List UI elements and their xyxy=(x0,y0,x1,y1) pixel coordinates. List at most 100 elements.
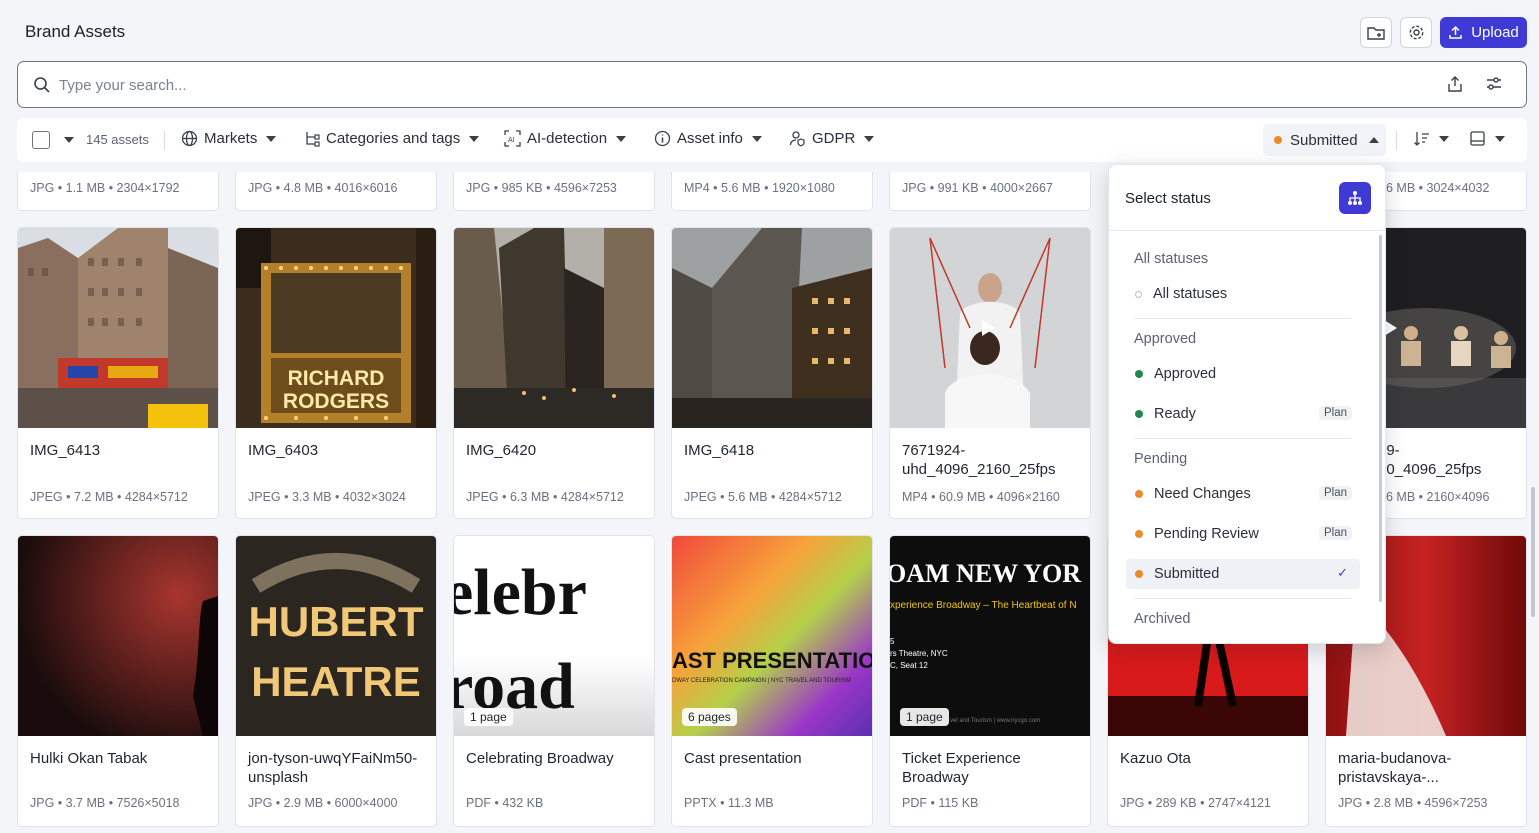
section-archived[interactable]: Archived xyxy=(1134,611,1190,627)
plan-badge: Plan xyxy=(1318,406,1352,420)
status-option-approved[interactable]: Approved xyxy=(1126,359,1360,389)
asset-card[interactable]: OAM NEW YOR xperience Broadway – The Hea… xyxy=(889,535,1091,827)
asset-card[interactable]: Hulki Okan Tabak JPG • 3.7 MB • 7526×501… xyxy=(17,535,219,827)
filter-markets-label: Markets xyxy=(204,130,258,147)
pending-status-dot xyxy=(1135,530,1143,538)
divider xyxy=(1396,131,1397,150)
asset-card[interactable]: AST PRESENTATIO DWAY CELEBRATION CAMPAIG… xyxy=(671,535,873,827)
asset-card[interactable]: elebr road 1 page Celebrating Broadway P… xyxy=(453,535,655,827)
filter-ai-detection[interactable]: AI AI-detection xyxy=(504,130,627,147)
asset-thumbnail: elebr road xyxy=(454,536,654,736)
search-input[interactable]: Type your search... xyxy=(59,77,187,94)
pending-status-dot xyxy=(1135,570,1143,578)
status-filter-button[interactable]: Submitted xyxy=(1263,124,1386,156)
filter-ai-detection-label: AI-detection xyxy=(527,130,608,147)
svg-text:AI: AI xyxy=(508,137,515,144)
gear-icon xyxy=(1409,25,1423,40)
status-option-pending-review[interactable]: Pending Review Plan xyxy=(1126,519,1360,549)
asset-name: Hulki Okan Tabak xyxy=(30,750,148,767)
filter-asset-info[interactable]: Asset info xyxy=(654,130,762,147)
asset-thumbnail: HUBERT HEATRE xyxy=(236,536,436,736)
asset-card[interactable]: JPG • 991 KB • 4000×2667 xyxy=(889,172,1091,211)
sign-text-1: RICHARD xyxy=(288,367,385,390)
page-scrollbar[interactable] xyxy=(1531,487,1535,617)
asset-meta: JPEG • 3.3 MB • 4032×3024 xyxy=(248,490,406,504)
asset-card[interactable]: JPG • 985 KB • 4596×7253 xyxy=(453,172,655,211)
asset-count: 145 assets xyxy=(86,132,149,147)
asset-card[interactable]: IMG_6420 JPEG • 6.3 MB • 4284×5712 xyxy=(453,227,655,519)
asset-card[interactable]: HUBERT HEATRE jon-tyson-uwqYFaiNm50-unsp… xyxy=(235,535,437,827)
select-menu-caret-icon[interactable] xyxy=(64,137,74,143)
asset-card[interactable]: IMG_6413 JPEG • 7.2 MB • 4284×5712 xyxy=(17,227,219,519)
pending-status-dot xyxy=(1274,136,1282,144)
chevron-down-icon xyxy=(1439,135,1449,142)
thumb-line-3: C, Seat 12 xyxy=(890,661,928,670)
asset-card[interactable]: JPG • 1.1 MB • 2304×1792 xyxy=(17,172,219,211)
asset-card[interactable]: JPG • 4.8 MB • 4016×6016 xyxy=(235,172,437,211)
asset-thumbnail: OAM NEW YOR xperience Broadway – The Hea… xyxy=(890,536,1090,736)
asset-name: Ticket Experience Broadway xyxy=(902,750,1021,786)
asset-name: jon-tyson-uwqYFaiNm50-unsplash xyxy=(248,750,418,786)
select-all-checkbox[interactable] xyxy=(32,131,50,149)
settings-button[interactable] xyxy=(1400,17,1432,48)
asset-name: Cast presentation xyxy=(684,750,802,767)
asset-meta: JPG • 1.1 MB • 2304×1792 xyxy=(30,181,180,195)
status-option-submitted[interactable]: Submitted ✓ xyxy=(1126,559,1360,589)
tree-icon xyxy=(306,132,320,147)
view-mode-button[interactable] xyxy=(1469,130,1505,147)
asset-meta: JPG • 289 KB • 2747×4121 xyxy=(1120,796,1271,810)
asset-meta: JPG • 991 KB • 4000×2667 xyxy=(902,181,1053,195)
page-count-badge: 6 pages xyxy=(682,708,737,726)
asset-thumbnail xyxy=(672,228,872,428)
empty-status-dot xyxy=(1135,290,1142,298)
play-icon xyxy=(982,320,995,336)
asset-name: IMG_6413 xyxy=(30,442,101,459)
approved-status-dot xyxy=(1135,370,1143,378)
thumb-line-1: 5 xyxy=(890,637,895,646)
dropdown-title: Select status xyxy=(1125,190,1211,207)
status-option-need-changes[interactable]: Need Changes Plan xyxy=(1126,479,1360,509)
workflow-button[interactable] xyxy=(1339,182,1371,214)
upload-button[interactable]: Upload xyxy=(1440,17,1527,48)
filter-categories-label: Categories and tags xyxy=(326,130,461,147)
filter-gdpr[interactable]: GDPR xyxy=(789,130,875,147)
thumb-text-1: elebr xyxy=(454,556,587,629)
upload-icon xyxy=(1449,25,1462,39)
asset-name: maria-budanova-pristavskaya-... xyxy=(1338,750,1452,786)
header: Brand Assets Upload xyxy=(0,0,1539,60)
asset-meta: 6 MB • 2160×4096 xyxy=(1386,490,1490,504)
asset-meta: PPTX • 11.3 MB xyxy=(684,796,774,810)
asset-meta: JPEG • 7.2 MB • 4284×5712 xyxy=(30,490,188,504)
divider xyxy=(1134,598,1352,599)
sliders-icon[interactable] xyxy=(1485,75,1503,93)
filter-gdpr-label: GDPR xyxy=(812,130,856,147)
plan-badge: Plan xyxy=(1318,486,1352,500)
filter-markets[interactable]: Markets xyxy=(181,130,277,147)
new-folder-button[interactable] xyxy=(1360,17,1392,48)
asset-card[interactable]: 7671924-uhd_4096_2160_25fps MP4 • 60.9 M… xyxy=(889,227,1091,519)
chevron-down-icon xyxy=(266,135,277,142)
filter-categories[interactable]: Categories and tags xyxy=(304,130,480,147)
share-icon[interactable] xyxy=(1446,75,1464,93)
dropdown-scrollbar[interactable] xyxy=(1379,235,1382,602)
asset-card[interactable]: RICHARD RODGERS IMG_6403 JPEG • 3.3 MB •… xyxy=(235,227,437,519)
sort-button[interactable] xyxy=(1413,130,1449,147)
section-all-statuses: All statuses xyxy=(1134,251,1209,267)
section-pending: Pending xyxy=(1134,451,1188,467)
status-option-all[interactable]: All statuses xyxy=(1126,279,1360,309)
page-title: Brand Assets xyxy=(25,22,126,41)
asset-card[interactable]: IMG_6418 JPEG • 5.6 MB • 4284×5712 xyxy=(671,227,873,519)
asset-thumbnail: AST PRESENTATIO DWAY CELEBRATION CAMPAIG… xyxy=(672,536,872,736)
thumb-footer: vel and Tourism | www.nycgo.com xyxy=(950,718,1040,724)
divider xyxy=(164,131,165,150)
status-option-label: Approved xyxy=(1154,366,1217,382)
asset-card[interactable]: MP4 • 5.6 MB • 1920×1080 xyxy=(671,172,873,211)
ai-scan-icon: AI xyxy=(504,130,521,147)
user-shield-icon xyxy=(789,131,805,147)
search-bar[interactable]: Type your search... xyxy=(17,61,1527,108)
status-option-ready[interactable]: Ready Plan xyxy=(1126,399,1360,429)
divider xyxy=(1109,230,1385,231)
checkmark-icon: ✓ xyxy=(1337,565,1348,580)
status-dropdown: Select status All statuses All statuses … xyxy=(1108,164,1386,644)
asset-meta: PDF • 432 KB xyxy=(466,796,544,810)
